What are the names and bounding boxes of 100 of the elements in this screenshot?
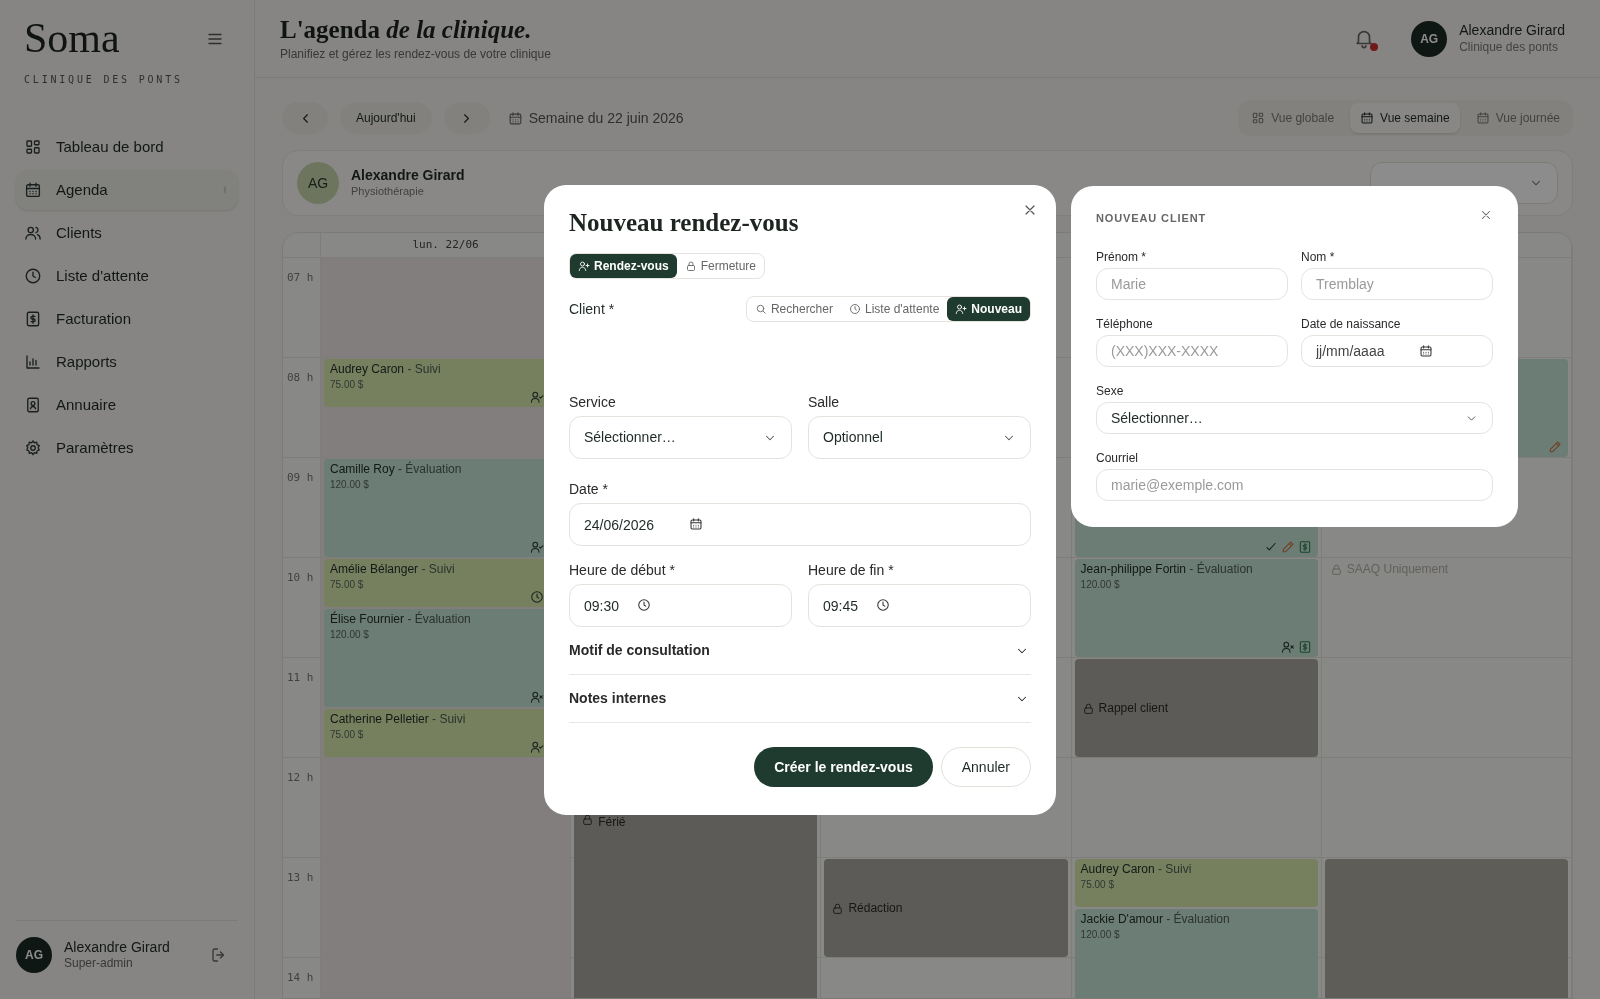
calendar-icon: [24, 181, 42, 199]
client-name: Camille Roy: [330, 462, 395, 476]
input-field[interactable]: Tremblay: [1301, 268, 1493, 300]
calendar-icon: [1475, 111, 1490, 125]
hour-label: 13 h: [287, 871, 314, 884]
service-name: - Suivi: [407, 362, 441, 376]
users-icon: [24, 224, 42, 242]
appointment-card[interactable]: Jackie D'amour - Évaluation 120.00 $: [1074, 909, 1318, 998]
select-field[interactable]: Sélectionner…: [1096, 402, 1493, 434]
closure-label: Férié: [598, 814, 626, 831]
sidebar-item[interactable]: Agenda: [16, 170, 238, 210]
service-name: - Suivi: [421, 562, 455, 576]
field-label: Service: [569, 393, 617, 412]
price: 120.00 $: [330, 628, 370, 642]
service-name: - Évaluation: [1166, 912, 1230, 926]
sidebar-item[interactable]: Rapports: [16, 342, 238, 382]
view-tab[interactable]: Vue globale: [1241, 103, 1345, 133]
segment-tab[interactable]: Fermeture: [676, 254, 765, 278]
field-label: Téléphone: [1096, 316, 1154, 331]
search-icon: [754, 303, 767, 315]
appointment-card[interactable]: Audrey Caron - Suivi 75.00 $: [1074, 859, 1318, 907]
service-name: - Évaluation: [398, 462, 462, 476]
user-role: Super-admin: [64, 956, 134, 972]
field-label: Heure de début *: [569, 561, 676, 580]
client-name: Élise Fournier: [330, 612, 405, 626]
hour-label: 12 h: [287, 771, 314, 784]
service-name: - Suivi: [432, 712, 466, 726]
user-plus-icon: [955, 303, 968, 315]
collapsible-section[interactable]: Motif de consultation: [569, 627, 1031, 675]
sidebar-item[interactable]: Tableau de bord: [16, 127, 238, 167]
hour-label: 09 h: [287, 471, 314, 484]
dashboard-grid-icon: [24, 138, 42, 156]
create-appointment-button[interactable]: Créer le rendez-vous: [754, 747, 933, 787]
practitioner-avatar: AG: [297, 162, 339, 204]
price: 75.00 $: [330, 578, 365, 592]
logo: Soma: [24, 14, 120, 63]
clock-icon: [530, 590, 545, 604]
client-name: Catherine Pelletier: [330, 712, 429, 726]
price: 75.00 $: [330, 378, 365, 392]
closure-block[interactable]: Rappel client: [1074, 659, 1318, 757]
price: 120.00 $: [330, 478, 370, 492]
sidebar-item[interactable]: Paramètres: [16, 428, 238, 468]
field-label: Date de naissance: [1301, 316, 1402, 331]
segment-tab[interactable]: Liste d'attente: [840, 297, 948, 321]
clock-icon: [848, 303, 861, 315]
collapsible-section[interactable]: Notes internes: [569, 675, 1031, 723]
view-tab[interactable]: Vue journée: [1465, 103, 1570, 133]
sidebar-item[interactable]: Facturation: [16, 299, 238, 339]
closure-label: Rédaction: [848, 900, 903, 917]
pencil-icon: [1548, 440, 1562, 454]
week-label: Semaine du 22 juin 2026: [528, 108, 684, 128]
closure-label: Rappel client: [1098, 700, 1168, 717]
sidebar-item[interactable]: Liste d'attente: [16, 256, 238, 296]
select-field[interactable]: Optionnel: [808, 416, 1031, 459]
view-tab[interactable]: Vue semaine: [1350, 103, 1460, 133]
sidebar-item[interactable]: Clients: [16, 213, 238, 253]
service-name: - Évaluation: [1189, 562, 1253, 576]
lock-icon: [1081, 701, 1095, 715]
dialog-title: Nouveau rendez-vous: [569, 208, 800, 238]
date-field[interactable]: jj/mm/aaaa: [1301, 335, 1493, 367]
hour-label: 10 h: [287, 571, 314, 584]
field-label: Salle: [808, 393, 841, 412]
segment-tab[interactable]: Rendez-vous: [570, 254, 677, 278]
calendar-icon: [507, 110, 523, 126]
lock-icon: [1329, 562, 1343, 576]
page-title: L'agenda de la clinique.: [280, 14, 533, 45]
time-field[interactable]: 09:30: [569, 584, 792, 627]
input-field[interactable]: marie@exemple.com: [1096, 469, 1493, 501]
input-field[interactable]: (XXX)XXX-XXXX: [1096, 335, 1288, 367]
user-avatar: AG: [16, 937, 52, 973]
input-field[interactable]: Marie: [1096, 268, 1288, 300]
select-field[interactable]: Sélectionner…: [569, 416, 792, 459]
field-label: Courriel: [1096, 450, 1139, 465]
time-field[interactable]: 09:45: [808, 584, 1031, 627]
clinic-name: Clinique des ponts: [1459, 39, 1559, 55]
client-name: Audrey Caron: [1080, 862, 1155, 876]
sidebar-item[interactable]: Annuaire: [16, 385, 238, 425]
user-avatar: AG: [1411, 20, 1448, 57]
field-label: Date *: [569, 480, 609, 499]
segment-tab[interactable]: Rechercher: [746, 297, 841, 321]
client-name: Audrey Caron: [330, 362, 405, 376]
grid-icon: [1251, 111, 1266, 125]
price: 75.00 $: [1080, 878, 1115, 892]
receipt-icon: [24, 310, 42, 328]
practitioner-specialty: Physiothérapie: [351, 184, 425, 199]
user-name: Alexandre Girard: [1459, 22, 1565, 40]
appointment-card[interactable]: Jean-philippe Fortin - Évaluation 120.00 $: [1074, 559, 1318, 657]
today-button[interactable]: Aujourd'hui: [340, 102, 432, 134]
segment-tab[interactable]: Nouveau: [947, 297, 1030, 321]
panel-title: NOUVEAU CLIENT: [1096, 211, 1207, 226]
lock-icon: [831, 901, 845, 915]
client-name: Amélie Bélanger: [330, 562, 419, 576]
user-name: Alexandre Girard: [64, 938, 171, 957]
close-icon[interactable]: [1479, 208, 1493, 222]
person-x-icon: [530, 690, 545, 704]
closure-block[interactable]: Rédaction: [824, 859, 1068, 957]
client-name: Jean-philippe Fortin: [1080, 562, 1186, 576]
date-field[interactable]: 24/06/2026: [569, 503, 1031, 546]
page-subtitle: Planifiez et gérez les rendez-vous de votre clinique: [280, 45, 551, 63]
field-label: Sexe: [1096, 383, 1125, 398]
